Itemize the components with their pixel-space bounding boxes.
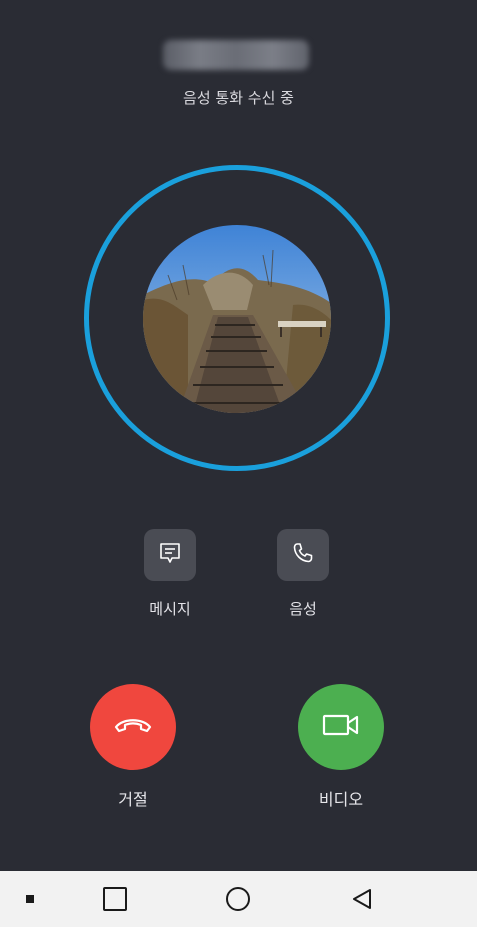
voice-label: 음성 bbox=[289, 600, 317, 618]
video-label: 비디오 bbox=[318, 790, 364, 809]
recent-apps-icon[interactable] bbox=[101, 885, 129, 913]
caller-name-blurred bbox=[163, 40, 309, 70]
menu-dot-icon[interactable] bbox=[20, 889, 40, 909]
voice-button[interactable] bbox=[277, 529, 329, 581]
message-icon bbox=[157, 540, 183, 570]
hang-up-icon bbox=[113, 715, 153, 739]
home-icon[interactable] bbox=[224, 885, 252, 913]
caller-avatar bbox=[143, 225, 331, 413]
back-icon[interactable] bbox=[348, 885, 376, 913]
video-camera-icon bbox=[322, 713, 360, 741]
phone-icon bbox=[291, 541, 315, 569]
message-label: 메시지 bbox=[149, 600, 191, 618]
message-button[interactable] bbox=[144, 529, 196, 581]
call-status: 음성 통화 수신 중 bbox=[183, 89, 294, 107]
video-button[interactable] bbox=[298, 684, 384, 770]
decline-label: 거절 bbox=[118, 790, 148, 809]
decline-button[interactable] bbox=[90, 684, 176, 770]
navigation-bar bbox=[0, 871, 477, 927]
